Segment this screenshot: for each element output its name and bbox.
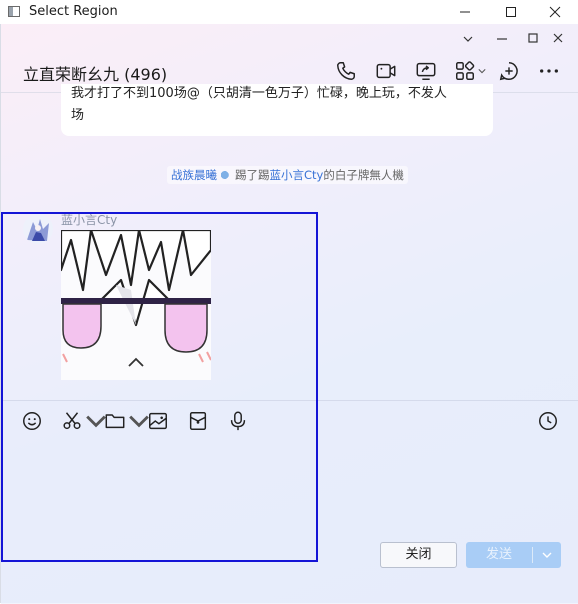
poke-actor-link[interactable]: 战族晨曦 [171,168,217,182]
send-button-group[interactable]: 发送 [466,542,561,568]
video-icon [376,63,396,79]
minimize-icon [497,38,507,40]
phone-call-button[interactable] [334,59,358,83]
minimize-icon [460,11,470,13]
phone-icon [337,62,355,80]
envelope-icon [189,412,207,430]
send-options-button[interactable] [533,542,561,568]
input-area[interactable] [1,400,578,604]
close-button[interactable]: 关闭 [380,542,457,568]
maximize-icon [506,7,516,17]
message-text-line: 场 [71,108,85,123]
chat-title: 立直荣断幺九 (496) [23,65,168,84]
anime-face-sticker [61,230,211,380]
window-minimize-button[interactable] [442,0,488,24]
window-title: Select Region [29,4,118,19]
add-button[interactable] [497,59,521,83]
send-button[interactable]: 发送 [466,542,532,568]
video-call-button[interactable] [374,59,398,83]
avatar[interactable] [23,214,53,244]
voice-button[interactable] [227,409,249,433]
chevron-down-icon [542,552,552,558]
chevron-down-icon [478,69,486,74]
window-app-icon [8,6,20,17]
image-icon [149,412,167,430]
sticker-image[interactable] [61,230,211,380]
microphone-icon [230,411,246,431]
poke-icon [220,170,232,180]
file-button[interactable] [104,409,150,433]
red-packet-button[interactable] [187,409,209,433]
screen-share-icon [416,62,436,80]
emoji-icon [23,412,41,430]
inner-maximize-button[interactable] [523,32,543,46]
more-icon [540,69,558,73]
message-bubble: 我才打了不到100场@（只胡清一色万子）忙碌，晚上玩，不发人 场 [61,84,493,136]
window-maximize-button[interactable] [488,0,534,24]
anime-avatar-icon [23,214,53,244]
apps-button[interactable] [454,59,490,83]
close-icon [553,33,563,43]
chevron-down-icon [463,36,473,42]
window-close-button[interactable] [532,0,578,24]
message-text-line: 我才打了不到100场@（只胡清一色万子）忙碌，晚上玩，不发人 [71,86,447,101]
add-icon [499,62,518,81]
more-button[interactable] [537,59,561,83]
inner-minimize-button[interactable] [492,32,512,46]
sender-name: 蓝小言Cty [61,213,118,227]
system-notice: 战族晨曦 踢了踢蓝小言Cty的白子牌無人機 [167,166,408,184]
poke-suffix: 的白子牌無人機 [323,168,404,182]
inner-close-button[interactable] [548,32,568,46]
chat-window: 立直荣断幺九 (496) 我才打了不到100场@（只胡清一色万子）忙碌，晚上玩，… [0,24,578,604]
poke-verb: 踢了踢 [235,168,270,182]
scissors-icon [63,412,81,430]
screenshot-button[interactable] [61,409,107,433]
maximize-icon [528,33,538,43]
folder-icon [105,414,125,429]
screen-share-button[interactable] [414,59,438,83]
clock-icon [539,412,557,430]
emoji-button[interactable] [21,409,43,433]
close-icon [549,6,561,18]
collapse-button[interactable] [458,32,478,46]
history-button[interactable] [537,409,559,433]
apps-icon [456,61,475,80]
image-button[interactable] [147,409,169,433]
outer-titlebar: Select Region [0,0,578,24]
poke-target-link[interactable]: 蓝小言Cty [270,168,324,182]
